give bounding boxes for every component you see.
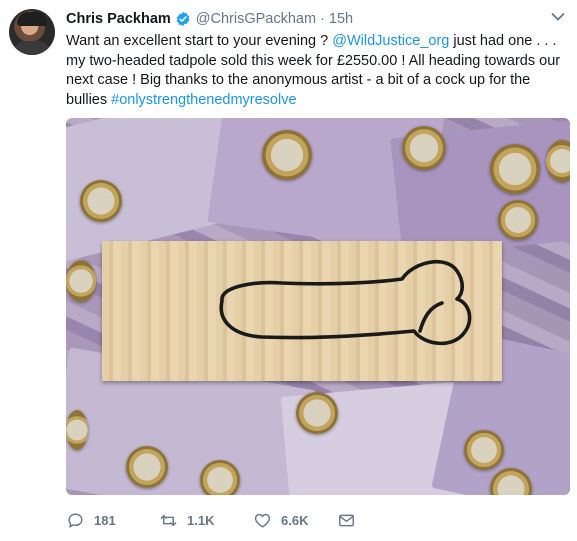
direct-message-button[interactable] — [337, 508, 356, 532]
like-count: 6.6K — [281, 512, 309, 528]
coin — [296, 392, 338, 434]
wooden-plank — [102, 241, 502, 381]
hashtag-link[interactable]: #onlystrengthenedmyresolve — [111, 92, 296, 108]
avatar-collar — [15, 41, 49, 55]
coin — [126, 446, 168, 488]
tweet[interactable]: Chris Packham @ChrisGPackham · 15h Want … — [0, 0, 577, 541]
author-handle[interactable]: @ChrisGPackham — [196, 11, 316, 27]
coin — [200, 460, 240, 495]
coin — [262, 130, 312, 180]
coin — [490, 144, 540, 194]
reply-icon — [68, 512, 83, 528]
coin — [402, 126, 446, 170]
like-button[interactable]: 6.6K — [253, 508, 337, 532]
tweet-photo[interactable] — [66, 118, 570, 495]
coin — [498, 200, 538, 240]
chevron-down-icon[interactable] — [551, 12, 565, 22]
reply-button[interactable]: 181 — [66, 508, 159, 532]
reply-count: 181 — [94, 512, 116, 528]
coin — [546, 140, 570, 182]
retweet-icon — [160, 514, 177, 526]
verified-badge-icon — [176, 12, 190, 26]
coin — [66, 260, 96, 302]
header-separator: · — [320, 11, 325, 27]
coin — [66, 410, 88, 450]
coin — [80, 180, 122, 222]
retweet-button[interactable]: 1.1K — [159, 508, 253, 532]
tweet-timestamp[interactable]: 15h — [329, 11, 353, 27]
envelope-icon — [339, 514, 354, 526]
tweet-text: Want an excellent start to your evening … — [66, 32, 566, 110]
heart-icon — [254, 513, 271, 528]
mention-link[interactable]: @WildJustice_org — [332, 33, 449, 49]
tweet-actions: 181 1.1K 6.6K — [66, 508, 356, 532]
avatar-hat — [17, 12, 47, 26]
tweet-text-part: Want an excellent start to your evening … — [66, 33, 333, 49]
retweet-count: 1.1K — [187, 512, 215, 528]
avatar[interactable] — [9, 9, 55, 55]
coin — [464, 430, 504, 470]
author-name[interactable]: Chris Packham — [66, 11, 171, 27]
plank-drawing — [219, 260, 472, 346]
tweet-header: Chris Packham @ChrisGPackham · 15h — [66, 9, 353, 29]
